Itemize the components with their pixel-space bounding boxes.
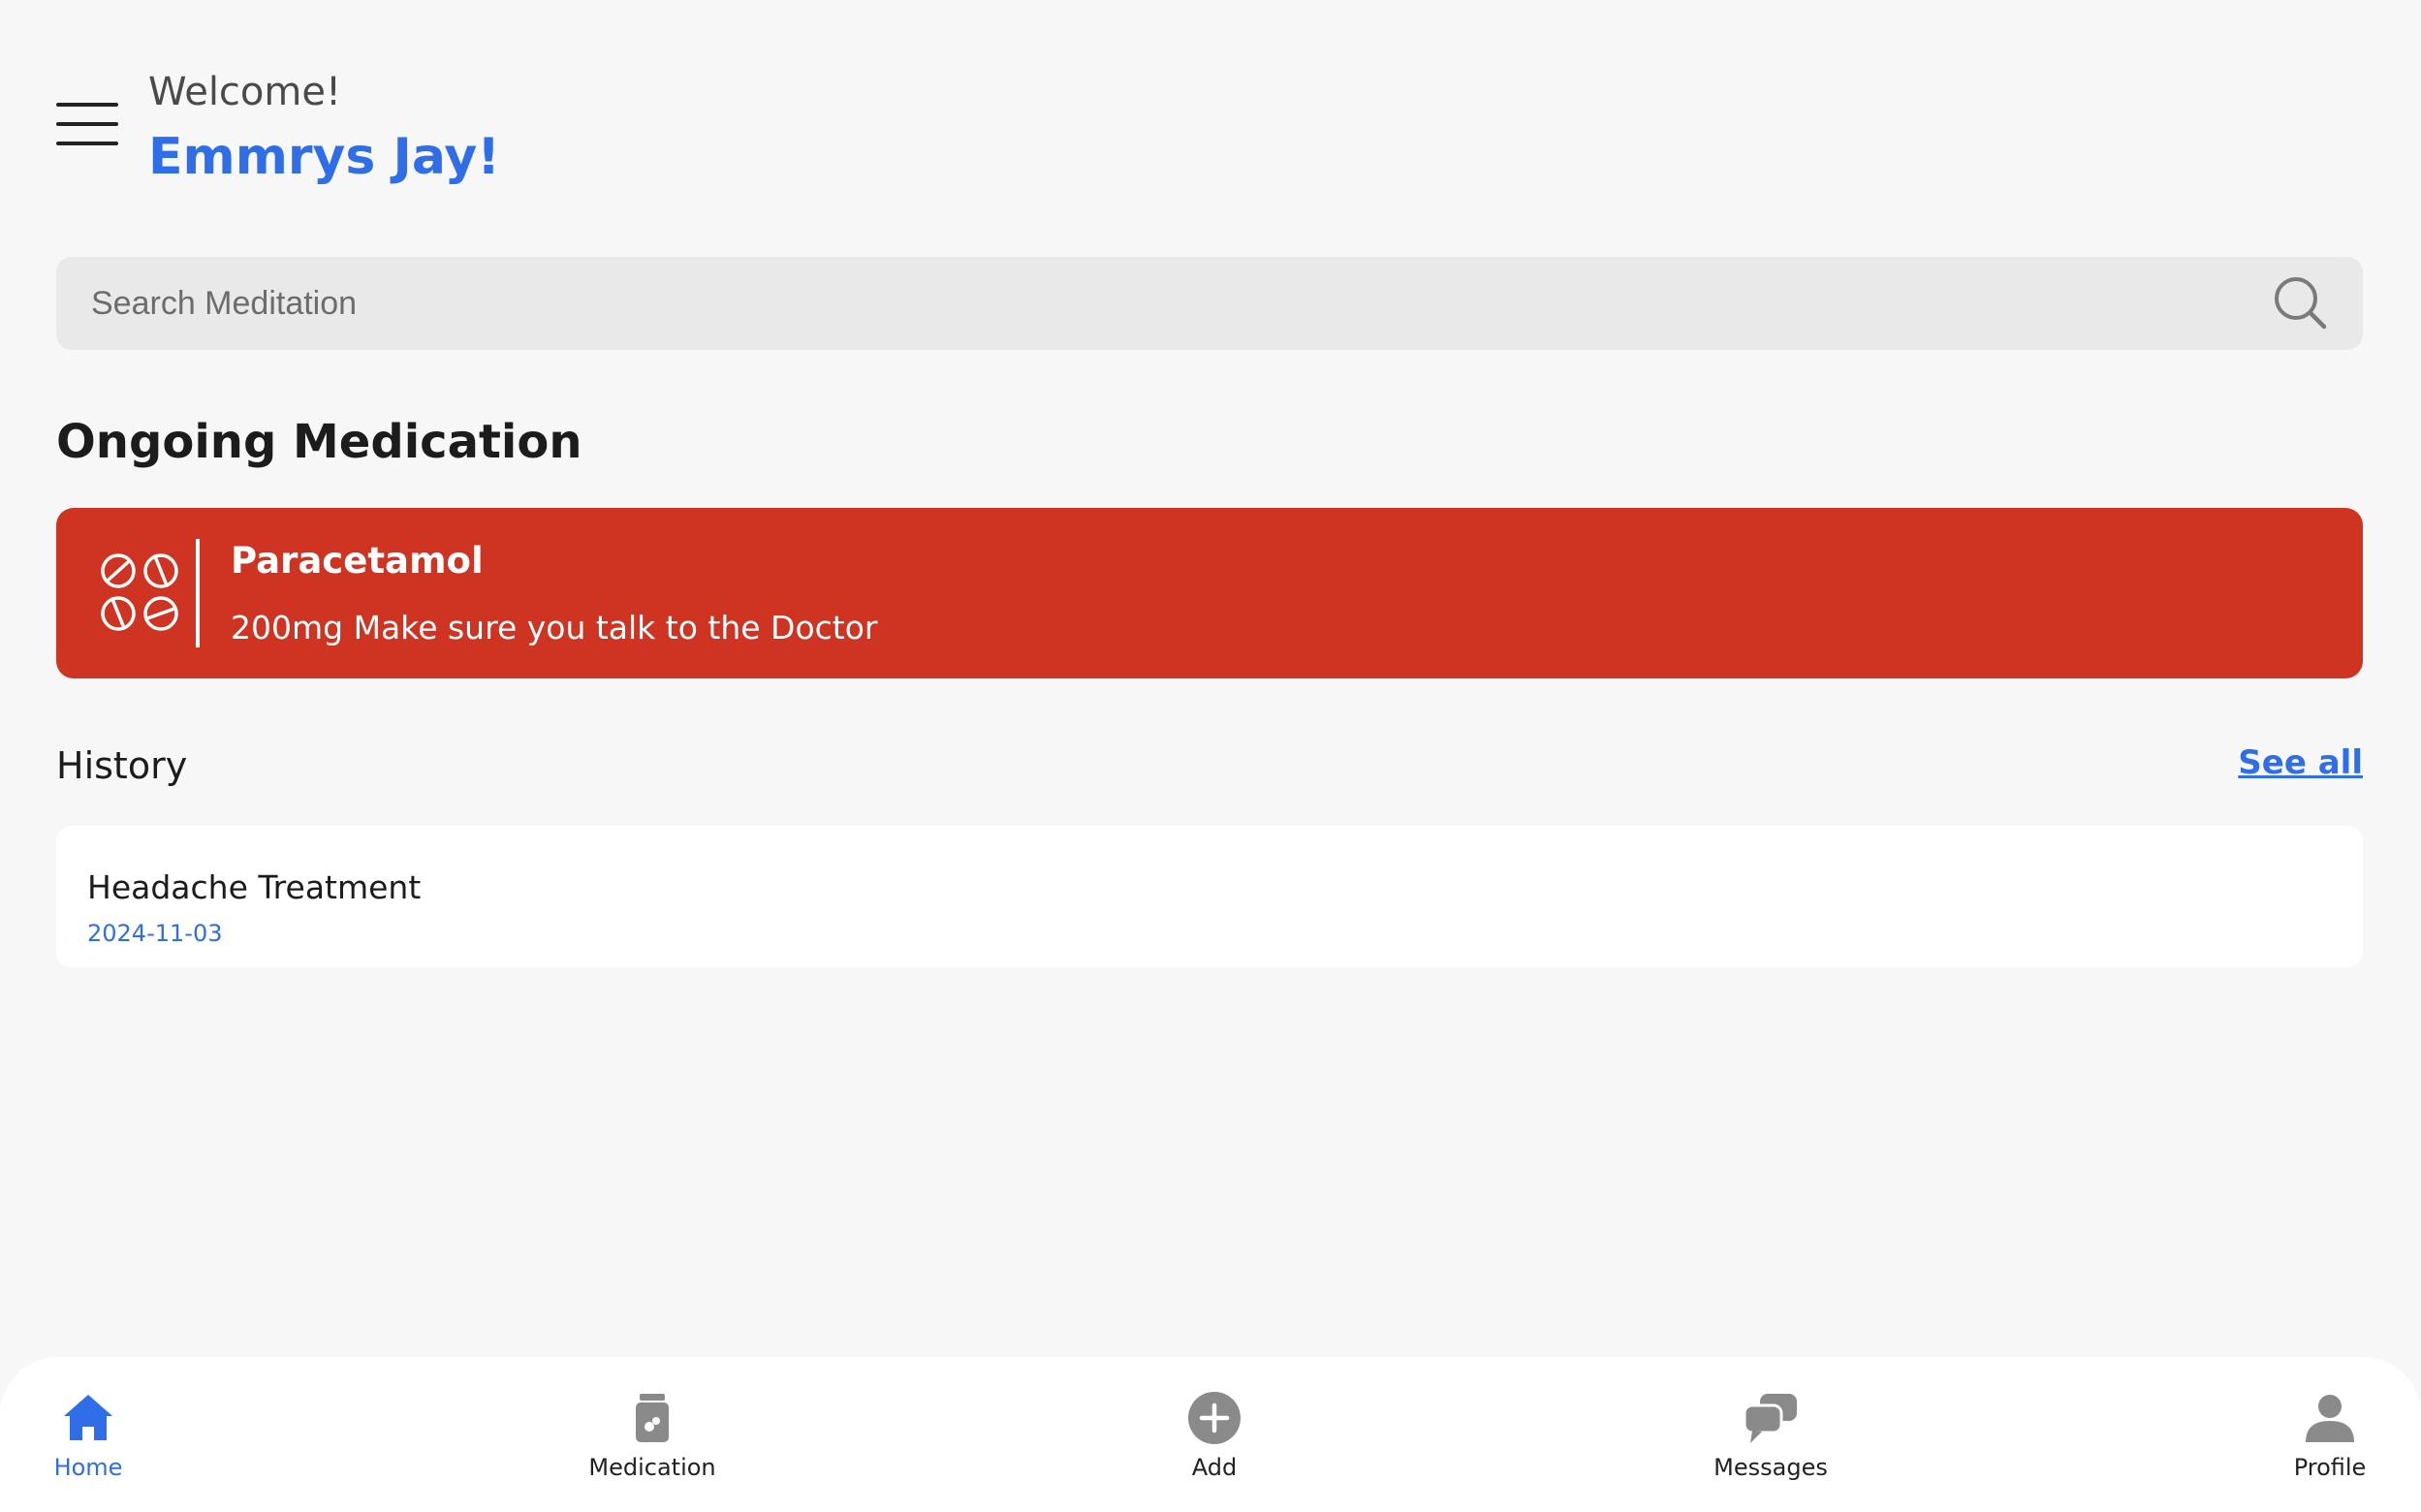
medication-icon: [636, 1394, 669, 1442]
ongoing-medication-card[interactable]: Paracetamol 200mg Make sure you talk to …: [56, 508, 2363, 678]
history-item-name: Headache Treatment: [87, 868, 422, 906]
messages-icon: [1743, 1394, 1797, 1443]
search-input[interactable]: [91, 257, 2270, 350]
card-divider: [196, 539, 200, 647]
nav-medication[interactable]: Medication: [575, 1390, 730, 1481]
profile-icon: [2306, 1395, 2354, 1442]
user-name: Emmrys Jay!: [148, 128, 500, 186]
nav-label-profile: Profile: [2293, 1454, 2367, 1481]
nav-messages[interactable]: Messages: [1698, 1390, 1843, 1481]
menu-icon[interactable]: [56, 103, 118, 145]
pills-icon: [101, 553, 178, 631]
medication-name: Paracetamol: [231, 540, 484, 582]
see-all-link[interactable]: See all: [2238, 743, 2363, 782]
add-icon: [1188, 1392, 1241, 1444]
nav-label-home: Home: [53, 1454, 123, 1481]
search-bar[interactable]: [56, 257, 2363, 350]
nav-add[interactable]: Add: [1156, 1390, 1273, 1481]
medication-description: 200mg Make sure you talk to the Doctor: [231, 609, 878, 646]
nav-label-medication: Medication: [588, 1454, 716, 1481]
home-screen: Welcome! Emmrys Jay! Ongoing Medication …: [0, 0, 2421, 1512]
history-item-date: 2024-11-03: [87, 920, 223, 947]
history-title: History: [56, 744, 188, 787]
ongoing-medication-title: Ongoing Medication: [56, 415, 582, 469]
nav-home[interactable]: Home: [33, 1390, 143, 1481]
search-icon[interactable]: [2270, 272, 2332, 334]
greeting: Welcome!: [148, 70, 342, 114]
nav-profile[interactable]: Profile: [2281, 1390, 2378, 1481]
nav-label-messages: Messages: [1714, 1454, 1828, 1481]
bottom-navigation: Home Medication Add Messages Profile: [0, 1357, 2421, 1512]
home-icon: [64, 1395, 112, 1440]
nav-label-add: Add: [1191, 1454, 1238, 1481]
history-item[interactable]: Headache Treatment 2024-11-03: [56, 826, 2363, 967]
